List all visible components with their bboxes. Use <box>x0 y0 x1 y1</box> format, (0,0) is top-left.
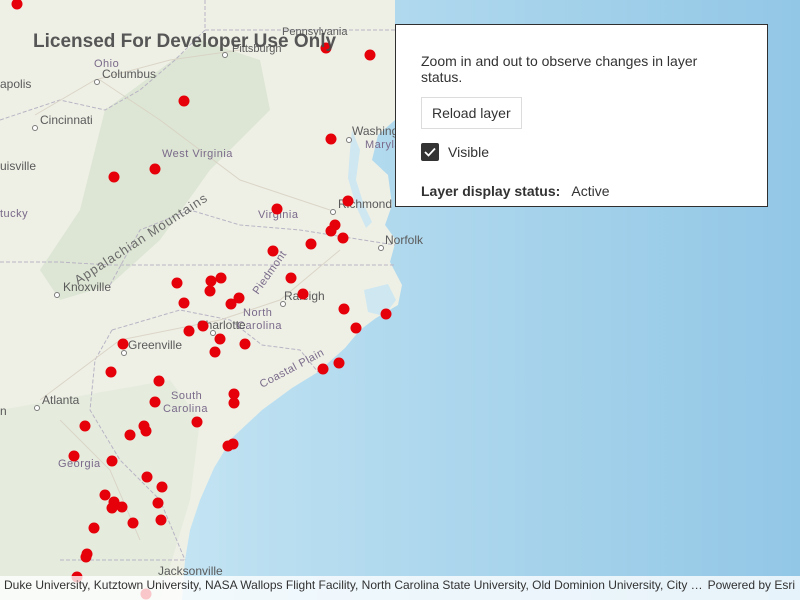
powered-by-esri-link[interactable]: Powered by Esri <box>708 578 795 592</box>
status-value: Active <box>571 183 610 199</box>
map-marker[interactable] <box>68 450 80 462</box>
map-marker[interactable] <box>127 517 139 529</box>
place-label-south-carolina-line2: Carolina <box>163 403 208 415</box>
place-label-pittsburgh: Pittsburgh <box>232 43 282 55</box>
instructions-text: Zoom in and out to observe changes in la… <box>421 53 698 85</box>
visible-checkbox[interactable] <box>421 143 439 161</box>
map-marker[interactable] <box>155 514 167 526</box>
place-label-indianapolis: apolis <box>0 77 31 91</box>
map-marker[interactable] <box>239 338 251 350</box>
map-marker[interactable] <box>380 308 392 320</box>
layer-status-panel: Zoom in and out to observe changes in la… <box>395 24 768 207</box>
place-label-louisville: uisville <box>0 159 36 173</box>
map-marker[interactable] <box>156 481 168 493</box>
place-label-greenville: Greenville <box>128 338 182 352</box>
map-marker[interactable] <box>215 272 227 284</box>
place-label-columbus: Columbus <box>102 67 156 81</box>
place-label-atlanta: Atlanta <box>42 393 80 407</box>
map-marker[interactable] <box>171 277 183 289</box>
map-marker[interactable] <box>197 320 209 332</box>
map-marker[interactable] <box>191 416 203 428</box>
map-marker[interactable] <box>108 171 120 183</box>
visible-toggle[interactable]: Visible <box>421 143 742 161</box>
place-label-west-virginia: West Virginia <box>162 148 233 160</box>
map-marker[interactable] <box>205 275 217 287</box>
map-marker[interactable] <box>178 95 190 107</box>
place-label-edge: n <box>0 404 7 418</box>
map-marker[interactable] <box>88 522 100 534</box>
place-label-kentucky: tucky <box>0 208 28 220</box>
map-marker[interactable] <box>325 225 337 237</box>
map-marker[interactable] <box>140 425 152 437</box>
map-marker[interactable] <box>285 272 297 284</box>
reload-layer-button[interactable]: Reload layer <box>421 97 522 129</box>
place-label-cincinnati: Cincinnati <box>40 113 93 127</box>
map-marker[interactable] <box>149 396 161 408</box>
checkmark-icon <box>424 147 436 157</box>
visible-label: Visible <box>448 144 489 160</box>
map-marker[interactable] <box>325 133 337 145</box>
map-marker[interactable] <box>106 502 118 514</box>
place-label-georgia: Georgia <box>58 458 101 470</box>
map-marker[interactable] <box>178 297 190 309</box>
attribution-text[interactable]: Duke University, Kutztown University, NA… <box>4 578 704 592</box>
map-marker[interactable] <box>338 303 350 315</box>
map-marker[interactable] <box>209 346 221 358</box>
map-marker[interactable] <box>305 238 317 250</box>
map-marker[interactable] <box>149 163 161 175</box>
map-marker[interactable] <box>106 455 118 467</box>
map-marker[interactable] <box>79 420 91 432</box>
map-marker[interactable] <box>228 397 240 409</box>
place-label-north-carolina-line1: North <box>243 307 272 319</box>
map-marker[interactable] <box>99 489 111 501</box>
status-label: Layer display status: <box>421 183 561 199</box>
map-marker[interactable] <box>105 366 117 378</box>
map-marker[interactable] <box>117 338 129 350</box>
place-label-pennsylvania: Pennsylvania <box>282 26 348 38</box>
map-marker[interactable] <box>222 440 234 452</box>
layer-status-row: Layer display status: Active <box>421 183 742 199</box>
map-marker[interactable] <box>183 325 195 337</box>
map-marker[interactable] <box>141 471 153 483</box>
map-marker[interactable] <box>320 42 332 54</box>
map-marker[interactable] <box>350 322 362 334</box>
map-marker[interactable] <box>152 497 164 509</box>
map-marker[interactable] <box>337 232 349 244</box>
map-marker[interactable] <box>214 333 226 345</box>
map-marker[interactable] <box>204 285 216 297</box>
place-label-norfolk: Norfolk <box>385 233 424 247</box>
map-marker[interactable] <box>364 49 376 61</box>
map-marker[interactable] <box>225 298 237 310</box>
map-marker[interactable] <box>342 195 354 207</box>
place-label-south-carolina-line1: South <box>171 390 202 402</box>
map-marker[interactable] <box>153 375 165 387</box>
map-marker[interactable] <box>116 501 128 513</box>
place-label-washington: Washing <box>352 124 398 138</box>
map-marker[interactable] <box>297 288 309 300</box>
map-marker[interactable] <box>80 551 92 563</box>
map-marker[interactable] <box>317 363 329 375</box>
map-marker[interactable] <box>271 203 283 215</box>
map-marker[interactable] <box>267 245 279 257</box>
map-marker[interactable] <box>333 357 345 369</box>
map-marker[interactable] <box>124 429 136 441</box>
attribution-bar: Duke University, Kutztown University, NA… <box>0 576 800 600</box>
